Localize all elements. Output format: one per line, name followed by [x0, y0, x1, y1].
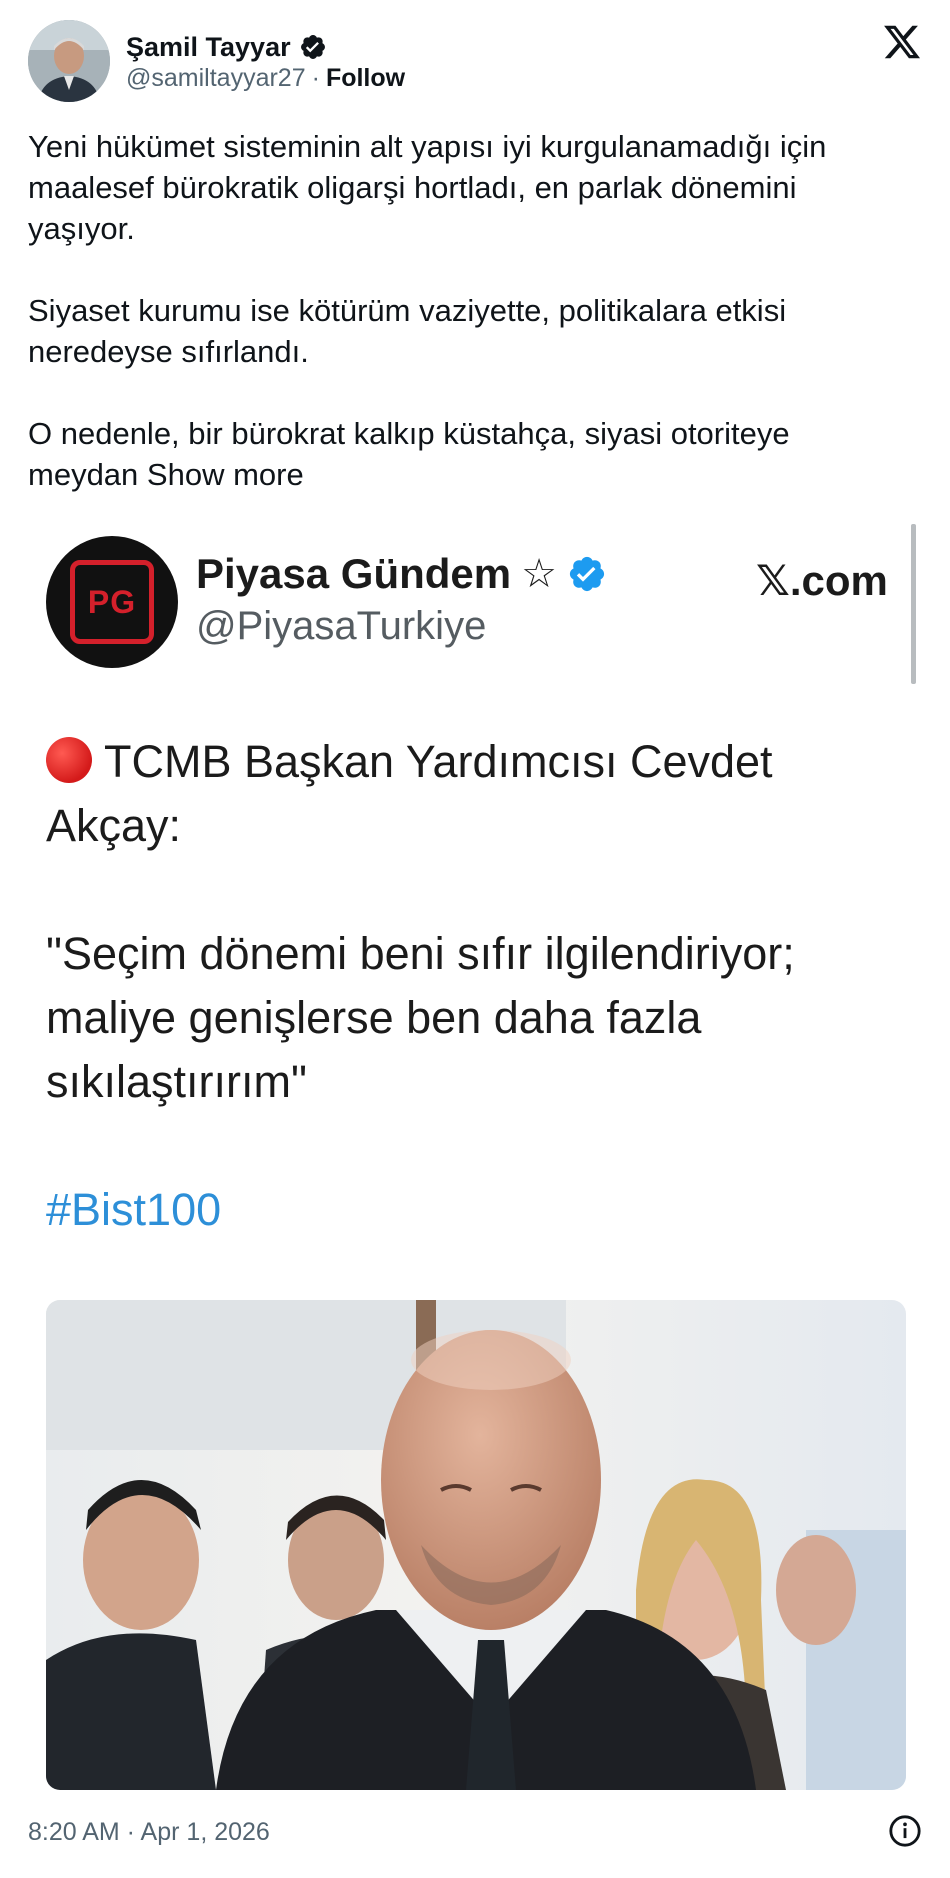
source-logo-text: PG	[87, 583, 137, 620]
news-photo	[46, 1300, 906, 1790]
tweet-media-image[interactable]: PG Piyasa Gündem ☆ @PiyasaTurkiye 𝕏.com …	[28, 520, 922, 1810]
separator: ·	[311, 64, 320, 92]
tweet-last-text: O nedenle, bir bürokrat kalkıp küstahça,…	[28, 416, 790, 492]
tweet-paragraph: Yeni hükümet sisteminin alt yapısı iyi k…	[28, 129, 827, 246]
tweet-paragraph-truncated: O nedenle, bir bürokrat kalkıp küstahça,…	[28, 413, 908, 495]
verified-badge-icon	[300, 35, 325, 59]
author-avatar[interactable]	[28, 20, 110, 102]
author-name-line: Şamil Tayyar	[126, 30, 327, 64]
info-icon[interactable]	[888, 1814, 922, 1848]
follow-button[interactable]: Follow	[326, 64, 405, 93]
source-logo-box: PG	[70, 560, 154, 644]
embed-edge-bar	[911, 524, 916, 684]
tweet-header: Şamil Tayyar @samiltayyar27 · Follow	[0, 0, 950, 110]
source-headline: TCMB Başkan Yardımcısı Cevdet Akçay:	[46, 736, 773, 851]
x-logo-icon[interactable]	[882, 22, 922, 62]
red-circle-icon	[46, 737, 92, 783]
source-name: Piyasa Gündem	[196, 550, 512, 597]
source-logo: PG	[46, 536, 178, 668]
show-more-link[interactable]: Show more	[147, 457, 304, 492]
source-headline-line: TCMB Başkan Yardımcısı Cevdet Akçay:	[46, 730, 906, 858]
source-quote: "Seçim dönemi beni sıfır ilgilendiriyor;…	[46, 928, 795, 1107]
tweet-timestamp[interactable]: 8:20 AM · Apr 1, 2026	[28, 1818, 270, 1847]
tweet-paragraph: Siyaset kurumu ise kötürüm vaziyette, po…	[28, 293, 787, 369]
source-name-line: Piyasa Gündem ☆	[196, 550, 607, 598]
source-body: TCMB Başkan Yardımcısı Cevdet Akçay: "Se…	[46, 730, 906, 1242]
source-hashtag: #Bist100	[46, 1184, 222, 1235]
star-icon: ☆	[521, 552, 557, 596]
tweet-text: Yeni hükümet sisteminin alt yapısı iyi k…	[28, 126, 908, 495]
author-handle[interactable]: @samiltayyar27	[126, 64, 306, 93]
source-verified-icon	[569, 556, 605, 592]
source-handle: @PiyasaTurkiye	[196, 604, 487, 648]
author-name[interactable]: Şamil Tayyar	[126, 32, 291, 63]
handle-line: @samiltayyar27 · Follow	[126, 64, 405, 93]
source-site-label: 𝕏.com	[756, 557, 888, 604]
